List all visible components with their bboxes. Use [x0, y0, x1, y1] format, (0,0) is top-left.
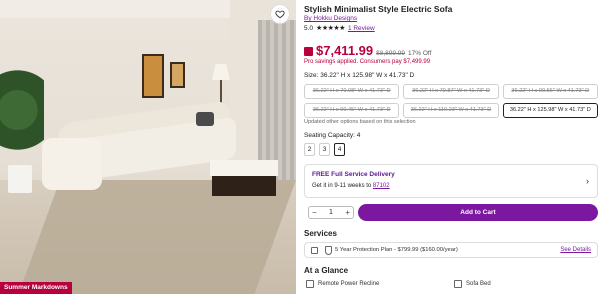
delivery-card[interactable]: FREE Full Service Delivery Get it in 9-1… [304, 164, 598, 198]
updated-note: Updated other options based on this sele… [304, 119, 416, 125]
feature-item: Remote Power Recline [306, 280, 379, 288]
size-option[interactable]: 36.22" H x 90.45" W x 41.73" D [304, 103, 400, 118]
size-option[interactable]: 36.22" H x 70.08" W x 41.73" D [304, 84, 400, 99]
delivery-estimate: Get it in 9-11 weeks to 87102 [312, 183, 390, 189]
product-image[interactable]: Summer Markdowns [0, 0, 296, 294]
size-option-selected[interactable]: 36.22" H x 125.98" W x 41.73" D [502, 103, 598, 118]
sofa-chaise [42, 138, 102, 190]
feature-item: Sofa Bed [454, 280, 491, 288]
capacity-option[interactable]: 3 [319, 143, 330, 156]
protection-plan-checkbox[interactable] [311, 247, 318, 254]
size-option[interactable]: 36.22" H x 110.23" W x 41.73" D [403, 103, 499, 118]
rating-row: 5.0 ★★★★★ 1 Review [304, 24, 375, 33]
price-row: $7,411.99 $8,899.99 17% Off [304, 43, 431, 58]
quantity-stepper: − 1 + [308, 206, 354, 219]
chevron-right-icon: › [586, 176, 589, 186]
brand-link[interactable]: By Hokku Designs [304, 15, 357, 22]
services-heading: Services [304, 229, 337, 238]
sofa-bed-icon [454, 280, 462, 288]
capacity-options: 2 3 4 [304, 143, 345, 156]
size-option[interactable]: 36.22" H x 70.87" W x 41.73" D [403, 84, 499, 99]
sale-badge: Summer Markdowns [0, 282, 72, 294]
plant-pot [8, 165, 32, 193]
current-price: $7,411.99 [316, 43, 374, 58]
size-options: 36.22" H x 70.08" W x 41.73" D 36.22" H … [304, 84, 598, 118]
capacity-option-selected[interactable]: 4 [334, 143, 345, 156]
decrease-button[interactable]: − [312, 208, 317, 217]
delivery-prefix: Get it in 9-11 weeks to [312, 183, 373, 189]
rating-value: 5.0 [304, 24, 314, 32]
plant [0, 70, 44, 170]
recline-icon [306, 280, 314, 288]
size-label: Size: 36.22" H x 125.98" W x 41.73" D [304, 72, 415, 79]
feature-label: Sofa Bed [466, 281, 491, 287]
original-price: $8,899.99 [376, 50, 406, 57]
wall-art-left [142, 54, 164, 98]
capacity-option[interactable]: 2 [304, 143, 315, 156]
increase-button[interactable]: + [345, 208, 350, 217]
size-option[interactable]: 36.22" H x 90.55" W x 41.73" D [502, 84, 598, 99]
protection-plan-row: 5 Year Protection Plan - $799.99 ($160.0… [304, 242, 598, 258]
sofa-pillow [196, 112, 214, 126]
discount-label: 17% Off [408, 50, 432, 57]
shield-icon [325, 246, 332, 255]
quantity-value[interactable]: 1 [329, 209, 333, 216]
zip-link[interactable]: 87102 [373, 183, 390, 189]
coffee-table-top [210, 160, 278, 176]
favorite-button[interactable] [270, 4, 290, 24]
product-details: Stylish Minimalist Style Electric Sofa B… [304, 0, 600, 294]
promo-text: Pro savings applied. Consumers pay $7,49… [304, 59, 431, 65]
floor-lamp-shade [212, 64, 230, 80]
heart-icon [275, 10, 285, 19]
coffee-table-base [212, 176, 276, 196]
at-a-glance-heading: At a Glance [304, 266, 349, 275]
star-rating-icon: ★★★★★ [316, 25, 345, 32]
delivery-title: FREE Full Service Delivery [312, 171, 395, 178]
rug [18, 180, 296, 294]
see-details-link[interactable]: See Details [560, 247, 591, 253]
product-title: Stylish Minimalist Style Electric Sofa [304, 4, 453, 14]
price-tag-icon [304, 47, 313, 56]
reviews-link[interactable]: 1 Review [348, 25, 375, 32]
wall-art-right [170, 62, 185, 88]
capacity-label: Seating Capacity: 4 [304, 132, 361, 139]
protection-plan-text: 5 Year Protection Plan - $799.99 ($160.0… [335, 247, 458, 253]
add-to-cart-button[interactable]: Add to Cart [358, 204, 598, 221]
feature-label: Remote Power Recline [318, 281, 380, 287]
